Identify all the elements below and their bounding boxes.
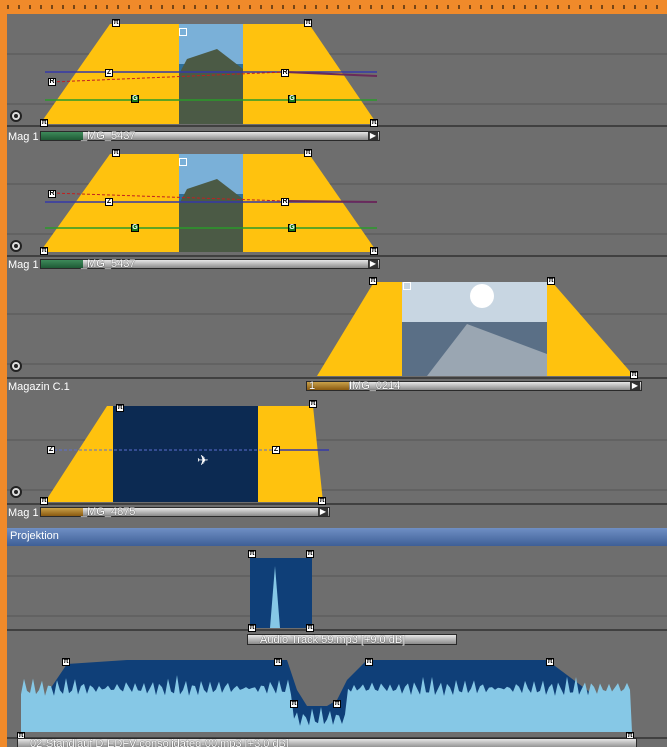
audio-clip-name: 02-Standlauf D-EDFV-consolidated-00.mp3 … [30, 738, 289, 747]
keyframe-handle[interactable]: π [306, 624, 314, 632]
clip-name: IMG_0214 [349, 380, 401, 392]
keyframe-handle[interactable]: π [630, 371, 638, 379]
gear-icon[interactable] [10, 486, 22, 498]
keyframe-handle[interactable]: π [304, 149, 312, 157]
clip-name: _MG_4875 [81, 506, 136, 518]
track-label: Magazin C.1 [8, 381, 70, 393]
keyframe-handle[interactable]: π [62, 658, 70, 666]
keyframe-handle[interactable]: π [365, 658, 373, 666]
video-track-2: π π Z R R G G Mag 1 _MG_5437 ▶ π π [7, 144, 667, 274]
arrow-right-icon[interactable]: ▶ [630, 382, 640, 390]
timeline-app: π π Z R R G G Mag 1 _MG_5437 ▶ π π π π Z… [0, 0, 667, 747]
g-keyframe[interactable]: G [131, 95, 139, 103]
track-1-canvas [7, 24, 667, 127]
audio-2-canvas [7, 660, 667, 739]
clip-bar[interactable]: _MG_5437 ▶ [40, 130, 380, 142]
track-label: Mag 1 [8, 507, 39, 519]
keyframe-handle[interactable]: π [112, 149, 120, 157]
keyframe-handle[interactable]: π [116, 404, 124, 412]
keyframe-handle[interactable]: π [547, 277, 555, 285]
clip-name: _MG_5437 [81, 258, 136, 270]
g-keyframe[interactable]: G [288, 95, 296, 103]
tracks-area: π π Z R R G G Mag 1 _MG_5437 ▶ π π π π Z… [7, 14, 667, 747]
keyframe-handle[interactable]: π [309, 400, 317, 408]
keyframe-handle[interactable]: π [290, 700, 298, 708]
fade-in-ramp[interactable] [45, 406, 113, 502]
keyframe-handle[interactable]: π [333, 700, 341, 708]
crop-handle[interactable] [403, 282, 411, 290]
keyframe-handle[interactable]: π [306, 550, 314, 558]
gear-icon[interactable] [10, 360, 22, 372]
video-track-3: π π Magazin C.1 1 IMG_0214 ▶ π [7, 274, 667, 400]
z-keyframe[interactable]: Z [272, 446, 280, 454]
keyframe-handle[interactable]: π [304, 19, 312, 27]
clip-bar[interactable]: _MG_5437 ▶ [40, 258, 380, 270]
r-keyframe[interactable]: R [48, 78, 56, 86]
audio-clip-name: Audio Track 59.mp3 [+9.0 dB] [260, 634, 406, 646]
fade-in-ramp[interactable] [317, 282, 402, 376]
timeline-ruler[interactable] [0, 0, 667, 14]
clip-name: _MG_5437 [81, 130, 136, 142]
keyframe-handle[interactable]: π [40, 119, 48, 127]
crop-handle[interactable] [179, 28, 187, 36]
z-keyframe[interactable]: Z [105, 69, 113, 77]
r-keyframe[interactable]: R [281, 198, 289, 206]
audio-track-1: π π Audio Track 59.mp3 [+9.0 dB] π π [7, 546, 667, 650]
audio-clip-bar[interactable]: Audio Track 59.mp3 [+9.0 dB] [247, 634, 457, 646]
keyframe-handle[interactable]: π [248, 624, 256, 632]
audio-track-2: π π π π π π π π 02-Standlauf D-EDFV-cons… [7, 650, 667, 747]
track-label: Mag 1 [8, 131, 39, 143]
clip-bar[interactable]: 1 IMG_0214 ▶ [306, 380, 642, 392]
z-keyframe[interactable]: Z [47, 446, 55, 454]
track-2-canvas [7, 154, 667, 257]
keyframe-handle[interactable]: π [370, 119, 378, 127]
keyframe-handle[interactable]: π [274, 658, 282, 666]
z-keyframe[interactable]: Z [105, 198, 113, 206]
airplane-icon: ✈ [197, 452, 209, 468]
video-track-4: π π Z Z ✈ Mag 1 _MG_4875 ▶ π π [7, 400, 667, 528]
keyframe-handle[interactable]: π [40, 247, 48, 255]
clip-thumbnail[interactable] [113, 406, 258, 502]
keyframe-handle[interactable]: π [112, 19, 120, 27]
r-keyframe[interactable]: R [281, 69, 289, 77]
section-title: Projektion [10, 530, 59, 542]
arrow-right-icon[interactable]: ▶ [368, 132, 378, 140]
fade-out-ramp[interactable] [258, 406, 323, 502]
keyframe-handle[interactable]: π [248, 550, 256, 558]
fade-out-ramp[interactable] [547, 282, 634, 376]
r-keyframe[interactable]: R [48, 190, 56, 198]
g-keyframe[interactable]: G [288, 224, 296, 232]
arrow-right-icon[interactable]: ▶ [318, 508, 328, 516]
keyframe-handle[interactable]: π [546, 658, 554, 666]
arrow-right-icon[interactable]: ▶ [368, 260, 378, 268]
keyframe-handle[interactable]: π [370, 247, 378, 255]
keyframe-handle[interactable]: π [318, 497, 326, 505]
keyframe-handle[interactable]: π [40, 497, 48, 505]
gear-icon[interactable] [10, 110, 22, 122]
crop-handle[interactable] [179, 158, 187, 166]
track-label: Mag 1 [8, 259, 39, 271]
g-keyframe[interactable]: G [131, 224, 139, 232]
projektion-header[interactable]: Projektion [7, 528, 667, 546]
clip-bar[interactable]: _MG_4875 ▶ [40, 506, 330, 518]
keyframe-handle[interactable]: π [369, 277, 377, 285]
fade-out-ramp[interactable] [243, 154, 377, 252]
clip-number: 1 [309, 380, 316, 392]
audio-clip-1[interactable] [250, 558, 312, 628]
video-track-1: π π Z R R G G Mag 1 _MG_5437 ▶ π π [7, 14, 667, 144]
audio-clip-bar[interactable]: 02-Standlauf D-EDFV-consolidated-00.mp3 … [17, 738, 637, 747]
gear-icon[interactable] [10, 240, 22, 252]
